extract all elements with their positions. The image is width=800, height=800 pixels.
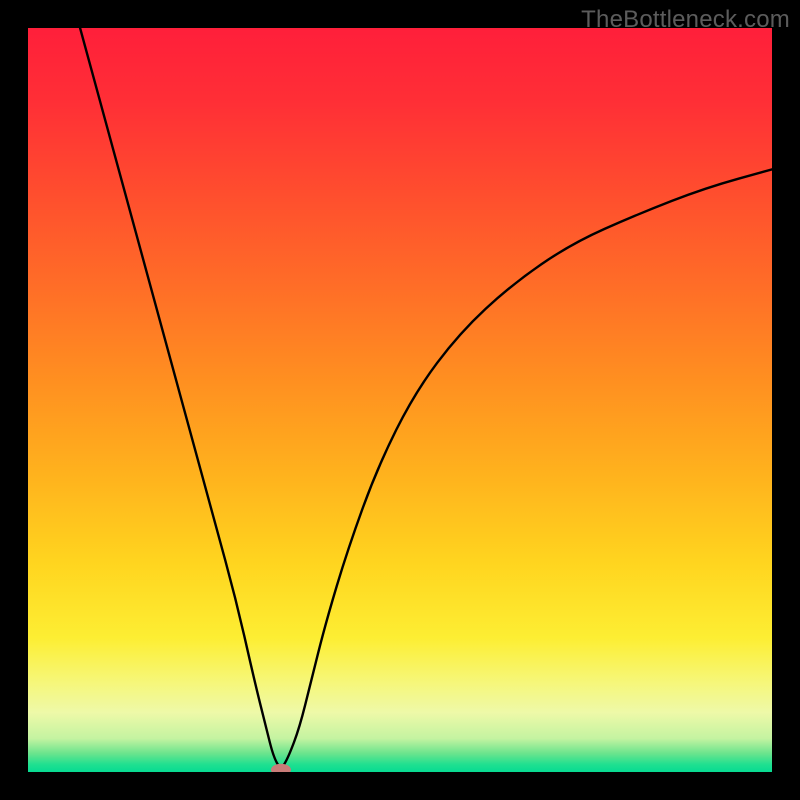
chart-plot-area — [28, 28, 772, 772]
chart-background — [28, 28, 772, 772]
outer-frame: TheBottleneck.com — [0, 0, 800, 800]
watermark-label: TheBottleneck.com — [581, 6, 790, 34]
chart-svg — [28, 28, 772, 772]
